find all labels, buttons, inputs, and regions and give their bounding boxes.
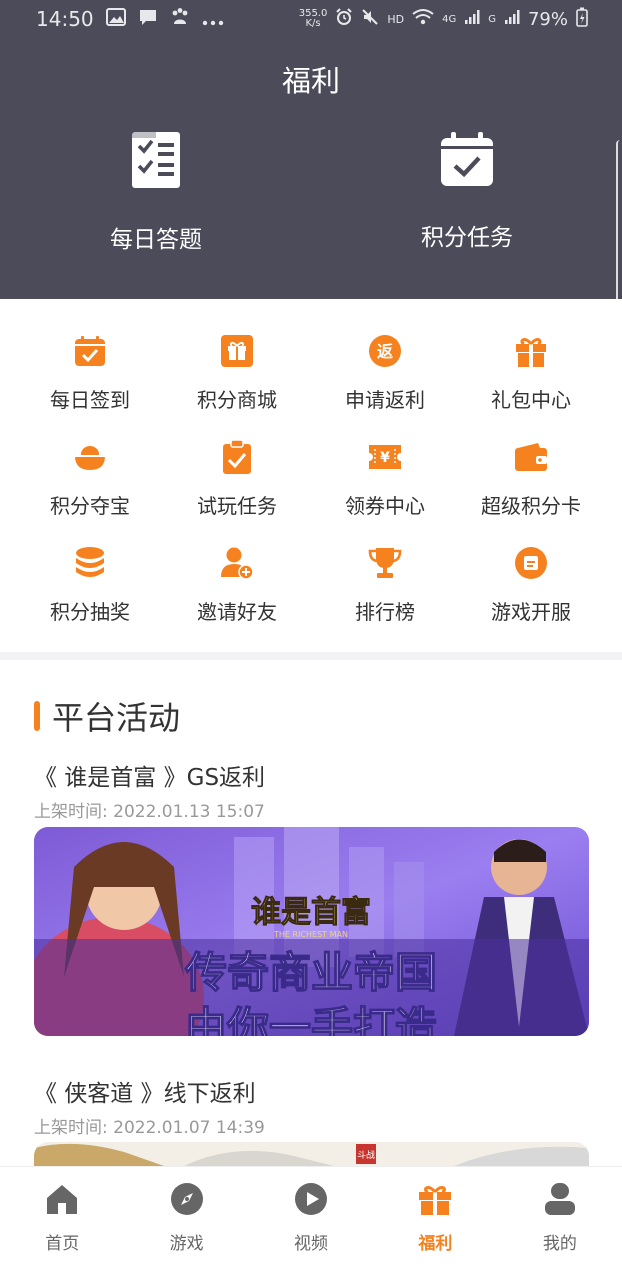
alarm-icon [335, 7, 353, 31]
nav-welfare[interactable]: 福利 [373, 1167, 497, 1279]
nav-games[interactable]: 游戏 [124, 1167, 248, 1279]
trial-task-button[interactable]: 试玩任务 [162, 437, 312, 519]
calendar-check-icon [439, 132, 495, 192]
net-speed: 355.0 K/s [298, 8, 328, 29]
chat-icon [138, 7, 158, 31]
section-header: 平台活动 [34, 693, 180, 739]
daily-checkin-button[interactable]: 每日签到 [15, 331, 165, 413]
points-mall-label: 积分商城 [197, 388, 277, 412]
nav-profile[interactable]: 我的 [498, 1167, 622, 1279]
banner-subtitle-text: THE RICHEST MAN [273, 930, 348, 939]
daily-checkin-label: 每日签到 [50, 388, 130, 412]
nav-profile-label: 我的 [542, 1234, 577, 1254]
status-time: 14:50 [36, 7, 94, 31]
add-user-icon [217, 543, 257, 583]
signal-icon [464, 9, 480, 30]
more-icon [202, 7, 224, 31]
points-treasure-button[interactable]: 积分夺宝 [15, 437, 165, 519]
activity-banner[interactable]: 斗战 [34, 1142, 589, 1166]
trophy-icon [365, 543, 405, 583]
signal-4g-label: 4G [442, 13, 457, 25]
points-lottery-button[interactable]: 积分抽奖 [15, 543, 165, 625]
coupon-center-label: 领券中心 [345, 494, 425, 518]
leaderboard-button[interactable]: 排行榜 [310, 543, 460, 625]
play-icon [293, 1181, 329, 1217]
points-task-button[interactable]: 积分任务 [367, 130, 567, 252]
signal-g-label: G [488, 13, 496, 25]
activity-title[interactable]: 《 谁是首富 》GS返利 [34, 758, 265, 792]
header-section: 14:50 355.0 K/s HD 4G G 79% 福利 每日答题 积分任务 [0, 0, 622, 299]
gift-center-label: 礼包中心 [491, 388, 571, 412]
svg-text:返: 返 [377, 342, 393, 361]
points-mall-button[interactable]: 积分商城 [162, 331, 312, 413]
nav-home-label: 首页 [45, 1234, 80, 1254]
nav-video-label: 视频 [294, 1234, 329, 1254]
activity-title[interactable]: 《 侠客道 》线下返利 [34, 1074, 256, 1108]
coin-stack-icon [70, 543, 110, 583]
banner-headline-text: 传奇商业帝国 [184, 948, 437, 997]
apply-rebate-button[interactable]: 返 申请返利 [310, 331, 460, 413]
activity-time: 上架时间: 2022.01.07 14:39 [34, 1118, 265, 1138]
banner-logo-text: 谁是首富 [251, 895, 371, 930]
hd-indicator: HD [387, 12, 405, 26]
gift-icon [417, 1181, 453, 1217]
server-icon [511, 543, 551, 583]
wallet-icon [511, 437, 551, 477]
wifi-icon [412, 8, 434, 31]
battery-percent: 79% [527, 8, 568, 30]
section-accent-bar [34, 701, 40, 731]
clipboard-check-icon [217, 437, 257, 477]
super-points-card-button[interactable]: 超级积分卡 [456, 437, 606, 519]
invite-friends-label: 邀请好友 [197, 600, 277, 624]
feature-grid: 每日签到 积分商城 返 申请返利 礼包中心 积分夺宝 试玩任务 ¥ 领券中心 超… [0, 299, 622, 652]
invite-friends-button[interactable]: 邀请好友 [162, 543, 312, 625]
coupon-icon: ¥ [365, 437, 405, 477]
section-title: 平台活动 [52, 699, 181, 737]
banner-headline-text-2: 由你一手打造 [185, 1003, 437, 1036]
baidu-icon [170, 7, 190, 32]
section-divider [0, 652, 622, 660]
trial-task-label: 试玩任务 [197, 494, 277, 518]
gift-center-button[interactable]: 礼包中心 [456, 331, 606, 413]
points-treasure-label: 积分夺宝 [50, 494, 130, 518]
coupon-center-button[interactable]: ¥ 领券中心 [310, 437, 460, 519]
bottom-nav: 首页 游戏 视频 福利 我的 [0, 1166, 622, 1279]
apply-rebate-label: 申请返利 [345, 388, 425, 412]
compass-icon [169, 1181, 205, 1217]
mute-icon [361, 8, 379, 31]
gift-icon [511, 331, 551, 371]
activity-time: 上架时间: 2022.01.13 15:07 [34, 802, 265, 822]
signal-icon-2 [504, 9, 520, 30]
home-icon [44, 1181, 80, 1217]
points-lottery-label: 积分抽奖 [50, 600, 130, 624]
nav-welfare-label: 福利 [418, 1234, 453, 1254]
nav-home[interactable]: 首页 [0, 1167, 124, 1279]
daily-quiz-label: 每日答题 [110, 227, 202, 253]
daily-quiz-button[interactable]: 每日答题 [56, 130, 256, 254]
points-task-label: 积分任务 [421, 225, 513, 251]
quiz-checklist-icon [130, 132, 182, 194]
gallery-icon [105, 7, 126, 31]
banner-tag-text: 斗战 [357, 1150, 375, 1161]
status-bar: 14:50 355.0 K/s HD 4G G 79% [0, 0, 622, 38]
gift-box-icon [217, 331, 257, 371]
profile-icon [542, 1181, 578, 1217]
gold-ingot-icon [70, 437, 110, 477]
game-launch-button[interactable]: 游戏开服 [456, 543, 606, 625]
game-launch-label: 游戏开服 [491, 600, 571, 624]
rebate-icon: 返 [365, 331, 405, 371]
super-points-card-label: 超级积分卡 [481, 494, 581, 518]
calendar-check-icon [70, 331, 110, 371]
nav-video[interactable]: 视频 [249, 1167, 373, 1279]
nav-games-label: 游戏 [169, 1234, 204, 1254]
activity-banner[interactable]: 谁是首富 THE RICHEST MAN 传奇商业帝国 由你一手打造 [34, 827, 589, 1036]
svg-text:¥: ¥ [380, 450, 390, 466]
page-title: 福利 [281, 64, 340, 98]
battery-icon [576, 7, 588, 32]
leaderboard-label: 排行榜 [355, 600, 415, 624]
